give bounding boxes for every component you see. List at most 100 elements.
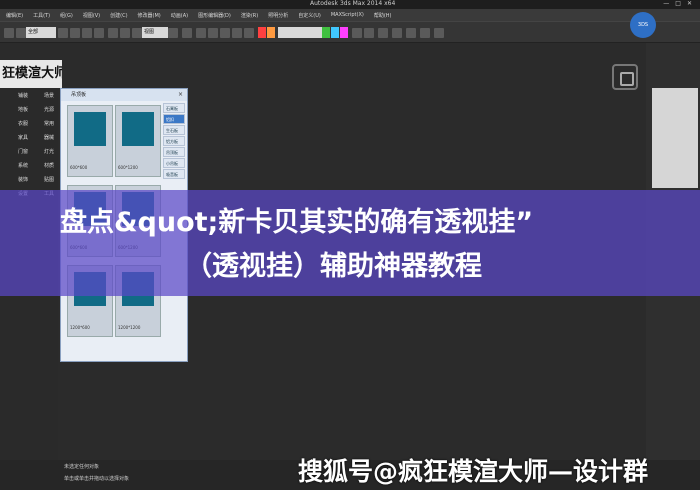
schematic-view-icon[interactable] [406, 28, 416, 38]
dialog-title: 吊顶板 [71, 92, 87, 98]
command-panel-preview [652, 88, 698, 188]
color-swatch-red[interactable] [258, 27, 266, 38]
thumbnail-caption: 1200*600 [70, 325, 90, 330]
plugin-row: 铺装 场景 [0, 92, 58, 104]
thumbnail-caption: 600*1200 [118, 165, 138, 170]
snap-icon[interactable] [196, 28, 206, 38]
category-list-item[interactable]: 小吊板 [163, 158, 185, 168]
thumbnail-preview [122, 112, 154, 146]
category-list-item[interactable]: 铝扣 [163, 114, 185, 124]
plugin-button[interactable]: 铺装 [18, 92, 28, 99]
plugin-button[interactable]: 器械 [44, 134, 54, 141]
category-list-item[interactable]: 石膏板 [163, 103, 185, 113]
plugin-button[interactable]: 场景 [44, 92, 54, 99]
material-thumbnail[interactable]: 600*1200 [115, 105, 161, 177]
viewcube-icon[interactable] [612, 64, 638, 90]
menu-item[interactable]: 视图(V) [83, 12, 100, 19]
menu-item[interactable]: 帮助(H) [374, 12, 392, 19]
watermark-text: 搜狐号@疯狂模渲大师—设计群 [298, 457, 649, 486]
thumbnail-preview [74, 112, 106, 146]
color-swatch-orange[interactable] [267, 27, 275, 38]
material-editor-icon[interactable] [420, 28, 430, 38]
plugin-button[interactable]: 贴图 [44, 176, 54, 183]
mirror-icon[interactable] [352, 28, 362, 38]
menu-item[interactable]: 图形编辑器(D) [198, 12, 231, 19]
plugin-button[interactable]: 装饰 [18, 176, 28, 183]
banner-line-2: （透视挂）辅助神器教程 [185, 251, 482, 282]
plugin-button[interactable]: 地板 [18, 106, 28, 113]
selection-filter-dropdown[interactable]: 全部 [26, 27, 56, 38]
plugin-row: 装饰 贴图 [0, 176, 58, 188]
render-setup-icon[interactable] [434, 28, 444, 38]
select-icon[interactable] [58, 28, 68, 38]
color-swatch-green[interactable] [322, 27, 330, 38]
plugin-button[interactable]: 材质 [44, 162, 54, 169]
menu-item[interactable]: 编辑(E) [6, 12, 23, 19]
percent-snap-icon[interactable] [220, 28, 230, 38]
scale-icon[interactable] [132, 28, 142, 38]
dialog-title-bar: 吊顶板 × [61, 89, 187, 101]
article-title-banner: 盘点&quot;新卡贝其实的确有透视挂” （透视挂）辅助神器教程 [0, 190, 700, 296]
app-logo[interactable]: 3DS [630, 12, 656, 38]
menu-item[interactable]: 渲染(R) [241, 12, 258, 19]
menu-item[interactable]: 创建(C) [110, 12, 127, 19]
menu-item[interactable]: 照明分析 [268, 12, 288, 19]
status-line-1: 未选定任何对象 [64, 464, 100, 470]
close-icon[interactable]: × [178, 89, 183, 101]
plugin-button[interactable]: 家具 [18, 134, 28, 141]
undo-icon[interactable] [4, 28, 14, 38]
thumbnail-caption: 1200*1200 [118, 325, 141, 330]
color-swatch-cyan[interactable] [331, 27, 339, 38]
category-list-item[interactable]: 吸音板 [163, 169, 185, 179]
menu-item[interactable]: 修改器(M) [138, 12, 161, 19]
maximize-icon[interactable]: □ [675, 0, 681, 7]
redo-icon[interactable] [16, 28, 26, 38]
close-icon[interactable]: ✕ [687, 0, 692, 7]
curve-editor-icon[interactable] [392, 28, 402, 38]
title-bar: Autodesk 3ds Max 2014 x64 — □ ✕ [0, 0, 700, 9]
plugin-button[interactable]: 系统 [18, 162, 28, 169]
category-list-item[interactable]: 铝方板 [163, 136, 185, 146]
window-crossing-icon[interactable] [94, 28, 104, 38]
move-icon[interactable] [108, 28, 118, 38]
menu-bar: 编辑(E) 工具(T) 组(G) 视图(V) 创建(C) 修改器(M) 动画(A) 图形编辑器… [0, 9, 700, 21]
rect-select-icon[interactable] [82, 28, 92, 38]
plugin-row: 门窗 灯光 [0, 148, 58, 160]
plugin-row: 衣服 常用 [0, 120, 58, 132]
select-manipulate-icon[interactable] [182, 28, 192, 38]
menu-item[interactable]: 组(G) [60, 12, 73, 19]
window-title: Autodesk 3ds Max 2014 x64 [310, 0, 396, 7]
window-controls: — □ ✕ [663, 0, 692, 7]
angle-snap-icon[interactable] [208, 28, 218, 38]
menu-item[interactable]: 动画(A) [171, 12, 188, 19]
named-selection-set-field[interactable] [278, 27, 322, 38]
plugin-button[interactable]: 光源 [44, 106, 54, 113]
plugin-button[interactable]: 灯光 [44, 148, 54, 155]
category-list-item[interactable]: 生石板 [163, 125, 185, 135]
align-icon[interactable] [364, 28, 374, 38]
category-list-item[interactable]: 吊顶板 [163, 147, 185, 157]
plugin-row: 系统 材质 [0, 162, 58, 174]
menu-item[interactable]: MAXScript(X) [331, 12, 364, 18]
select-by-name-icon[interactable] [70, 28, 80, 38]
brand-title: 狂模渲大师 [0, 60, 62, 88]
menu-item[interactable]: 工具(T) [33, 12, 50, 19]
main-toolbar: 全部 视图 [0, 21, 700, 43]
plugin-button[interactable]: 衣服 [18, 120, 28, 127]
named-selection-icon[interactable] [244, 28, 254, 38]
color-swatch-magenta[interactable] [340, 27, 348, 38]
layer-manager-icon[interactable] [378, 28, 388, 38]
status-line-2: 单击或单击并拖动以选择对象 [64, 476, 130, 482]
plugin-row: 家具 器械 [0, 134, 58, 146]
thumbnail-caption: 600*600 [70, 165, 88, 170]
spinner-snap-icon[interactable] [232, 28, 242, 38]
menu-item[interactable]: 自定义(U) [298, 12, 321, 19]
material-thumbnail[interactable]: 600*600 [67, 105, 113, 177]
plugin-button[interactable]: 门窗 [18, 148, 28, 155]
rotate-icon[interactable] [120, 28, 130, 38]
minimize-icon[interactable]: — [663, 0, 669, 7]
reference-coord-dropdown[interactable]: 视图 [142, 27, 168, 38]
pivot-icon[interactable] [168, 28, 178, 38]
banner-line-1: 盘点&quot;新卡贝其实的确有透视挂” [60, 207, 534, 238]
plugin-button[interactable]: 常用 [44, 120, 54, 127]
